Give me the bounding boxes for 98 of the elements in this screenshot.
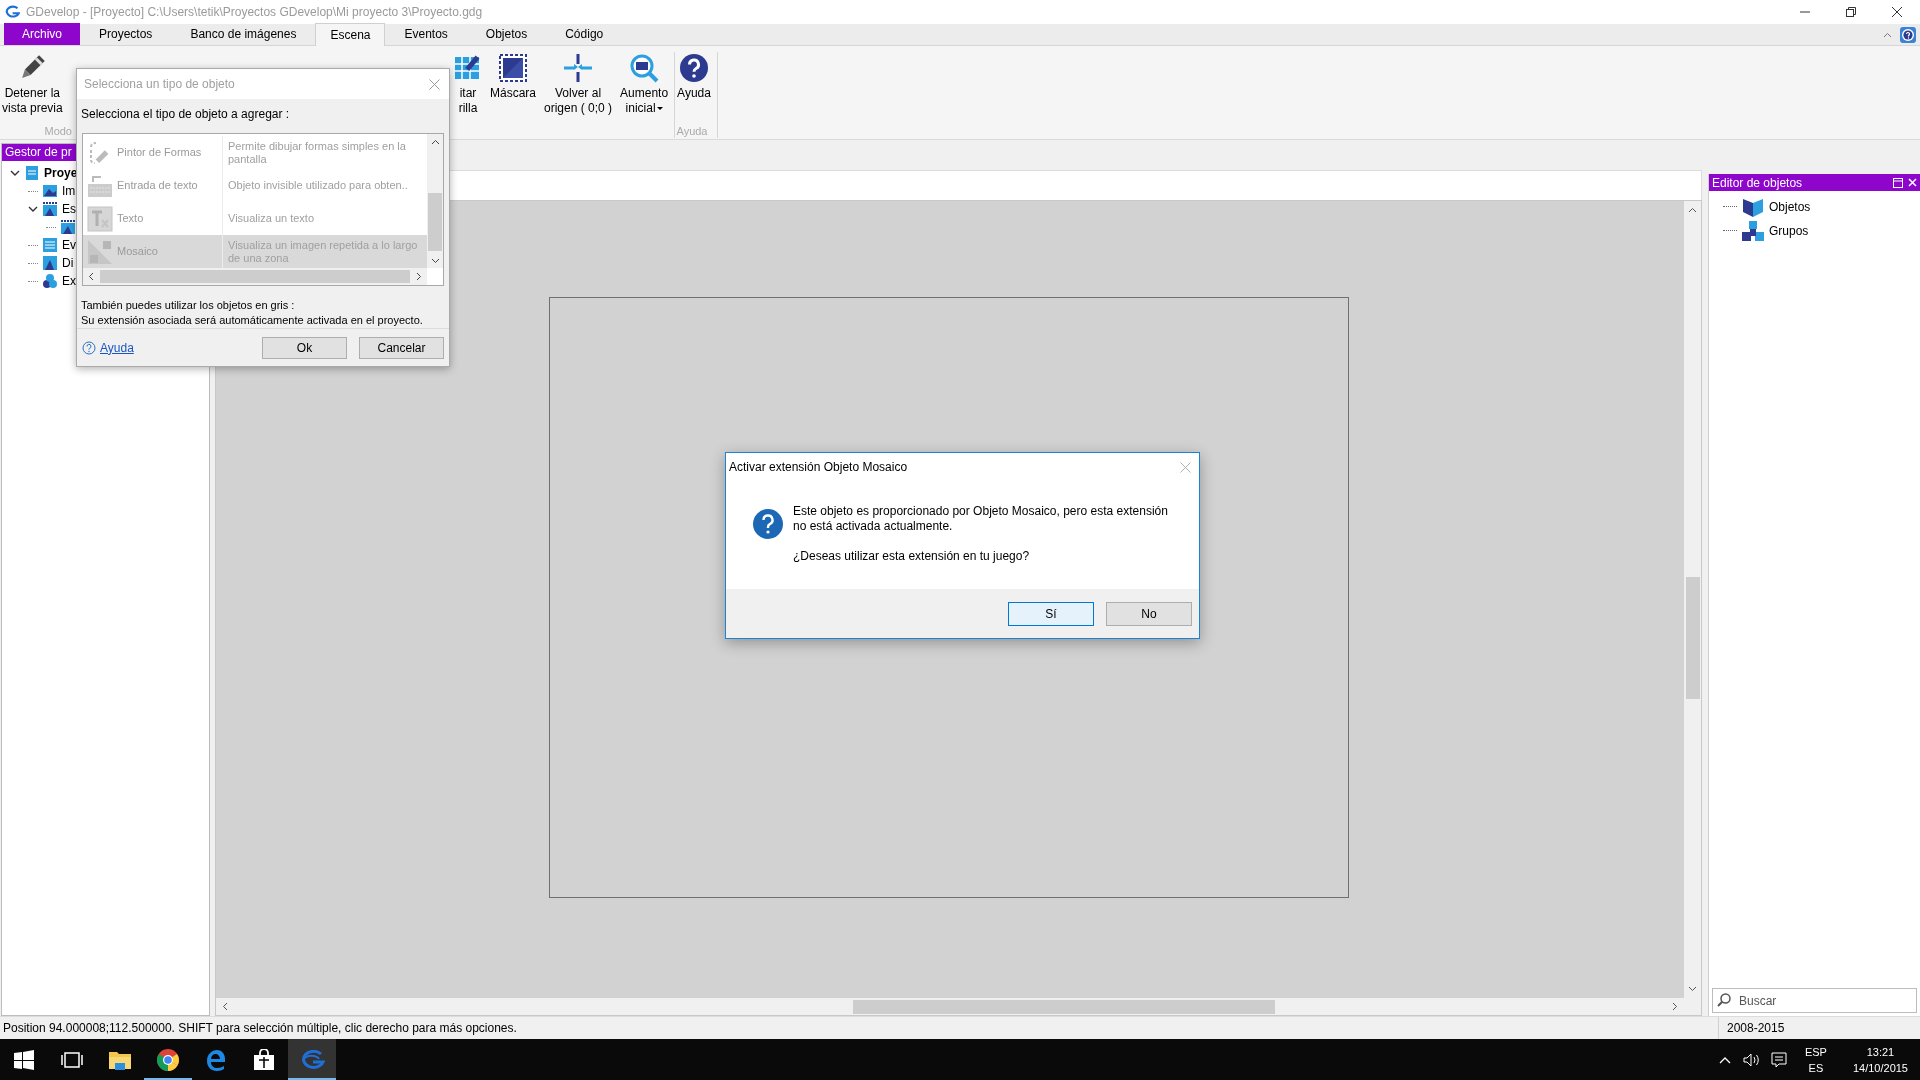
taskbar-button[interactable] xyxy=(288,1039,336,1080)
tree-item[interactable]: Di xyxy=(62,254,74,272)
object-type-name: Entrada de texto xyxy=(117,178,198,194)
menu-tab[interactable]: Banco de imágenes xyxy=(171,23,316,45)
menu-tab[interactable]: Eventos xyxy=(385,23,467,45)
scroll-down-icon[interactable] xyxy=(430,258,440,264)
dialog-button[interactable]: No xyxy=(1106,601,1192,626)
note-text: Su extensión asociada será automáticamente activada en el proyecto. xyxy=(81,313,424,328)
clock[interactable]: 13:21 14/10/2015 xyxy=(1852,1043,1908,1076)
puzzle-icon xyxy=(42,273,58,289)
app-logo-icon xyxy=(4,5,20,19)
question-icon xyxy=(752,508,784,540)
collapse-ribbon-icon[interactable] xyxy=(1883,31,1892,38)
scene-icon xyxy=(42,201,58,217)
help-link[interactable]: Ayuda xyxy=(100,338,134,357)
question-text: ¿Deseas utilizar esta extensión en tu juego? xyxy=(793,549,1031,564)
status-text: Position 94.000008;112.500000. SHIFT para selección múltiple, clic derecho para más opciones. xyxy=(2,1020,517,1037)
tree-item[interactable]: Ev xyxy=(62,236,76,254)
cubes-icon xyxy=(1741,219,1765,242)
help-icon[interactable] xyxy=(1900,26,1916,43)
scrollbar-thumb[interactable] xyxy=(853,999,1275,1014)
ribbon-button[interactable]: Detener la vista previa xyxy=(0,52,65,116)
group-label: Modo xyxy=(44,124,73,138)
scroll-left-icon[interactable] xyxy=(222,1002,228,1011)
dialog-button[interactable]: Sí xyxy=(1008,601,1094,626)
scroll-right-icon[interactable] xyxy=(1672,1002,1678,1011)
tree-item[interactable]: Es xyxy=(62,200,76,218)
vertical-scrollbar[interactable] xyxy=(427,134,443,268)
scrollbar-thumb[interactable] xyxy=(100,270,410,283)
g-logo-icon[interactable] xyxy=(299,1049,325,1070)
chevron-up-icon[interactable] xyxy=(1718,1055,1731,1064)
panel-title: Editor de objetos xyxy=(1712,174,1803,192)
object-type-description: Permite dibujar formas simples en la pantalla xyxy=(227,139,407,166)
crosshair-arrows-icon xyxy=(563,52,594,84)
windows-logo-icon[interactable] xyxy=(14,1049,34,1070)
dropdown-caret-icon[interactable] xyxy=(656,107,663,110)
scroll-up-icon[interactable] xyxy=(1688,207,1697,213)
shopping-bag-icon[interactable] xyxy=(253,1048,275,1071)
menu-tab[interactable]: Código xyxy=(546,23,623,45)
object-type-name: Pintor de Formas xyxy=(117,145,202,161)
scroll-left-icon[interactable] xyxy=(88,272,94,281)
note-text: También puedes utilizar los objetos en gris : xyxy=(81,298,296,313)
prompt-text: Selecciona el tipo de objeto a agregar : xyxy=(80,106,291,123)
dialog-button[interactable]: Ok xyxy=(262,336,347,359)
document-icon xyxy=(24,165,40,181)
dialog-button[interactable]: Cancelar xyxy=(359,336,444,359)
restore-icon[interactable] xyxy=(1846,7,1856,17)
close-icon[interactable] xyxy=(1892,7,1902,17)
menu-tab[interactable]: Proyectos xyxy=(80,23,172,45)
speaker-icon[interactable] xyxy=(1742,1052,1761,1067)
help-icon xyxy=(679,52,709,84)
scroll-right-icon[interactable] xyxy=(416,272,422,281)
ribbon-button[interactable]: Aumento inicial xyxy=(618,52,671,116)
ribbon-button[interactable]: Volver al origen ( 0;0 ) xyxy=(542,52,615,116)
restore-icon[interactable] xyxy=(1893,177,1903,188)
menu-tab[interactable]: Objetos xyxy=(466,23,547,45)
group-label: Ayuda xyxy=(676,124,709,138)
keyboard-icon xyxy=(87,173,113,198)
tiles-icon xyxy=(87,238,113,265)
scrollbar-thumb[interactable] xyxy=(428,193,442,251)
language-indicator[interactable]: ESP ES xyxy=(1804,1043,1827,1076)
ribbon-button[interactable]: Máscara xyxy=(488,52,538,101)
ribbon-button[interactable]: itar rilla xyxy=(452,52,484,116)
menu-tab[interactable]: Escena xyxy=(315,23,386,46)
menu-tab[interactable]: Archivo xyxy=(4,23,80,45)
scroll-up-icon[interactable] xyxy=(430,139,440,145)
object-type-name: Mosaico xyxy=(117,244,158,260)
tree-item[interactable]: Ex xyxy=(62,272,76,290)
task-view-icon[interactable] xyxy=(61,1051,83,1068)
horizontal-scrollbar[interactable] xyxy=(83,268,427,285)
tree-item[interactable]: Im xyxy=(62,182,76,200)
help-icon xyxy=(82,340,96,355)
ribbon-button[interactable]: Ayuda xyxy=(675,52,713,101)
object-type-description: Objeto invisible utilizado para obten.. xyxy=(227,179,409,192)
chrome-icon[interactable] xyxy=(156,1047,180,1072)
expander-icon[interactable] xyxy=(28,204,38,214)
notification-icon[interactable] xyxy=(1770,1051,1787,1068)
scrollbar-thumb[interactable] xyxy=(1685,577,1700,699)
scene-icon xyxy=(60,219,76,235)
tree-item[interactable]: Proye xyxy=(44,164,78,182)
expander-icon[interactable] xyxy=(10,168,20,178)
window-title: GDevelop - [Proyecto] C:\Users\tetik\Proyectos GDevelop\Mi proyecto 3\Proyecto.gdg xyxy=(26,4,483,21)
list-icon xyxy=(42,237,58,253)
tree-item[interactable]: Objetos xyxy=(1769,197,1811,216)
edge-e-icon[interactable] xyxy=(205,1048,227,1071)
folder-icon[interactable] xyxy=(108,1049,132,1070)
object-type-description: Visualiza un texto xyxy=(227,212,316,225)
magnifier-icon xyxy=(629,52,660,84)
object-type-name: Texto xyxy=(117,211,144,227)
square-icon xyxy=(499,52,527,84)
scroll-down-icon[interactable] xyxy=(1688,986,1697,992)
dialog-title: Selecciona un tipo de objeto xyxy=(84,76,235,93)
text-tool-icon xyxy=(87,205,113,232)
dialog-title: Activar extensión Objeto Mosaico xyxy=(729,459,908,476)
search-field[interactable]: Buscar xyxy=(1712,988,1917,1013)
message-text: Este objeto es proporcionado por Objeto Mosaico, pero esta extensión no está activada actualmente. xyxy=(793,504,1169,534)
picture-icon xyxy=(42,183,58,199)
tree-item[interactable]: Grupos xyxy=(1769,221,1809,240)
